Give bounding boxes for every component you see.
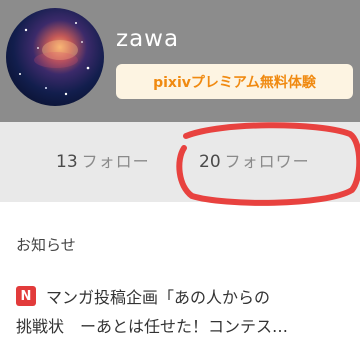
followers-count: 20 xyxy=(199,152,221,172)
following-label: フォロー xyxy=(81,152,150,171)
premium-trial-label: pixivプレミアム無料体験 xyxy=(153,74,316,91)
following-link[interactable]: 13 フォロー xyxy=(56,148,150,178)
news-item-title-line1: マンガ投稿企画「あの人からの xyxy=(46,288,271,307)
following-count: 13 xyxy=(56,152,78,172)
galaxy-nebula-icon xyxy=(19,22,90,96)
avatar[interactable] xyxy=(6,8,104,106)
followers-link[interactable]: 20 フォロワー xyxy=(199,148,310,178)
news-section-title: お知らせ xyxy=(16,236,76,254)
username: zawa xyxy=(116,26,180,52)
followers-label: フォロワー xyxy=(224,152,310,171)
new-badge-icon: N xyxy=(16,286,36,306)
profile-header: zawa pixivプレミアム無料体験 xyxy=(0,0,360,122)
news-item-title-line2: 挑戦状 ーあとは任せた！コンテス… xyxy=(16,317,289,336)
premium-trial-button[interactable]: pixivプレミアム無料体験 xyxy=(116,64,353,99)
